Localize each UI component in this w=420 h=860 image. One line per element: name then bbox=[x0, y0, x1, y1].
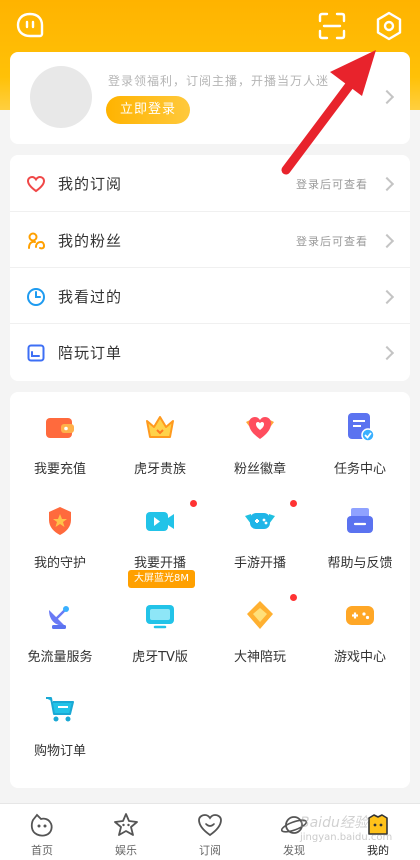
tab-subscriptions[interactable]: 订阅 bbox=[168, 804, 252, 860]
badge-heart-icon bbox=[246, 417, 274, 439]
menu-item-hint: 登录后可查看 bbox=[296, 178, 368, 191]
grid-item-nobility[interactable]: 虎牙贵族 bbox=[110, 392, 210, 486]
grid-item-label: 帮助与反馈 bbox=[327, 556, 393, 571]
heart-icon bbox=[26, 175, 46, 193]
grid-item-shopping[interactable]: 购物订单 bbox=[10, 674, 110, 768]
home-icon bbox=[30, 813, 53, 837]
chevron-right-icon bbox=[379, 233, 395, 249]
grid-item-tasks[interactable]: 任务中心 bbox=[310, 392, 410, 486]
profile-card[interactable]: 登录领福利，订阅主播，开播当万人迷 立即登录 bbox=[10, 52, 410, 144]
tab-home[interactable]: 首页 bbox=[0, 804, 84, 860]
order-icon bbox=[27, 344, 45, 362]
top-bar bbox=[0, 0, 420, 52]
cart-icon bbox=[46, 697, 74, 722]
chevron-right-icon bbox=[379, 89, 395, 105]
grid-item-label: 购物订单 bbox=[33, 744, 86, 759]
mailbox-icon bbox=[347, 508, 373, 533]
gamepad-wing-icon bbox=[245, 513, 275, 529]
grid-item-tv[interactable]: 大屏蓝光8M 虎牙TV版 bbox=[110, 570, 210, 674]
tab-label: 我的 bbox=[367, 844, 389, 857]
login-tip: 登录领福利，订阅主播，开播当万人迷 bbox=[108, 74, 330, 88]
grid-item-label: 任务中心 bbox=[333, 462, 386, 477]
wallet-icon bbox=[46, 418, 74, 438]
grid-item-help[interactable]: 帮助与反馈 bbox=[310, 486, 410, 580]
menu-item-label: 陪玩订单 bbox=[58, 344, 123, 362]
grid-item-fan-badge[interactable]: 粉丝徽章 bbox=[210, 392, 310, 486]
login-button[interactable]: 立即登录 bbox=[106, 96, 190, 124]
diamond-icon bbox=[247, 601, 273, 629]
chevron-right-icon bbox=[379, 345, 395, 361]
gamepad-icon bbox=[346, 606, 374, 625]
tv-icon bbox=[146, 605, 174, 629]
satellite-icon bbox=[49, 606, 69, 629]
menu-item-subscriptions[interactable]: 我的订阅 登录后可查看 bbox=[10, 155, 410, 211]
crown-icon bbox=[146, 416, 174, 438]
avatar[interactable] bbox=[30, 66, 92, 128]
chevron-right-icon bbox=[379, 289, 395, 305]
menu-item-fans[interactable]: 我的粉丝 登录后可查看 bbox=[10, 211, 410, 267]
fans-icon bbox=[28, 232, 46, 250]
grid-item-label: 我的守护 bbox=[33, 556, 86, 571]
grid-item-label: 虎牙贵族 bbox=[133, 462, 186, 477]
grid-item-recharge[interactable]: 我要充值 bbox=[10, 392, 110, 486]
scan-icon[interactable] bbox=[316, 10, 348, 42]
menu-item-label: 我的粉丝 bbox=[58, 232, 123, 250]
grid-item-label: 手游开播 bbox=[233, 556, 286, 571]
message-icon[interactable] bbox=[14, 10, 46, 42]
grid-item-label: 粉丝徽章 bbox=[233, 462, 286, 477]
grid-item-label: 虎牙TV版 bbox=[132, 650, 188, 665]
grid-item-start-live[interactable]: 我要开播 bbox=[110, 486, 210, 580]
watermark-url: jingyan.baidu.com bbox=[300, 832, 393, 843]
menu-item-hint: 登录后可查看 bbox=[296, 235, 368, 248]
notification-dot bbox=[290, 594, 297, 601]
watermark: Baidu经验 bbox=[300, 815, 368, 831]
tab-label: 首页 bbox=[31, 844, 53, 857]
task-icon bbox=[348, 413, 375, 442]
grid-item-free-data[interactable]: 免流量服务 bbox=[10, 580, 110, 674]
menu-item-orders[interactable]: 陪玩订单 bbox=[10, 323, 410, 379]
menu-item-history[interactable]: 我看过的 bbox=[10, 267, 410, 323]
grid-item-label: 大神陪玩 bbox=[233, 650, 286, 665]
grid-item-label: 我要开播 bbox=[133, 556, 186, 571]
menu-list: 我的订阅 登录后可查看 我的粉丝 登录后可查看 我看过的 陪玩订单 bbox=[10, 155, 410, 381]
star-icon bbox=[114, 813, 138, 836]
grid-item-game-center[interactable]: 游戏中心 bbox=[310, 580, 410, 674]
clock-icon bbox=[27, 288, 45, 306]
promo-badge: 大屏蓝光8M bbox=[128, 570, 195, 588]
grid-item-label: 游戏中心 bbox=[333, 650, 386, 665]
grid-item-label: 我要充值 bbox=[33, 462, 86, 477]
settings-icon[interactable] bbox=[373, 10, 405, 42]
heart-tab-icon bbox=[198, 814, 222, 837]
services-grid: 我要充值 虎牙贵族 粉丝徽章 任务中心 我的守护 我要开播 手游开播 帮助与反馈… bbox=[10, 392, 410, 788]
tab-label: 发现 bbox=[283, 844, 305, 857]
tab-label: 娱乐 bbox=[115, 844, 137, 857]
grid-item-label: 免流量服务 bbox=[27, 650, 93, 665]
shield-icon bbox=[49, 507, 71, 535]
tab-entertainment[interactable]: 娱乐 bbox=[84, 804, 168, 860]
grid-item-mobile-live[interactable]: 手游开播 bbox=[210, 486, 310, 580]
notification-dot bbox=[190, 500, 197, 507]
menu-item-label: 我看过的 bbox=[58, 288, 123, 306]
notification-dot bbox=[290, 500, 297, 507]
menu-item-label: 我的订阅 bbox=[58, 175, 123, 193]
chevron-right-icon bbox=[379, 176, 395, 192]
camera-icon bbox=[146, 512, 174, 531]
grid-item-guard[interactable]: 我的守护 bbox=[10, 486, 110, 580]
grid-item-companion[interactable]: 大神陪玩 bbox=[210, 580, 310, 674]
tab-label: 订阅 bbox=[199, 844, 221, 857]
